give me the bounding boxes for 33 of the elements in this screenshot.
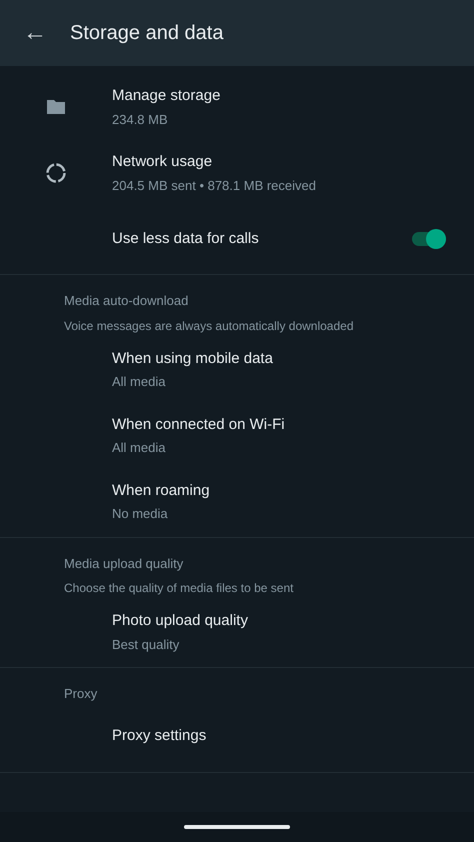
setting-item[interactable]: Manage storage 234.8 MB [0, 74, 474, 140]
item-subtitle: All media [112, 439, 166, 457]
setting-item[interactable]: Use less data for calls [0, 206, 474, 272]
item-subtitle: 234.8 MB [112, 110, 169, 128]
item-subtitle: No media [112, 505, 169, 523]
screen-title: Storage and data [70, 21, 224, 46]
item-subtitle: 204.5 MB sent • 878.1 MB received [112, 176, 316, 194]
setting-item[interactable]: Network usage 204.5 MB sent • 878.1 MB received [0, 140, 474, 206]
back-button[interactable]: ← [0, 21, 70, 45]
item-title: Use less data for calls [112, 228, 259, 249]
item-title: When connected on Wi-Fi [112, 414, 285, 434]
item-title: When using mobile data [112, 348, 273, 368]
section-description: Choose the quality of media files to be sent [63, 580, 294, 597]
section-header: Media auto-download [63, 292, 190, 310]
item-title: Network usage [112, 152, 214, 172]
setting-item[interactable]: Photo upload quality Best quality [0, 599, 474, 665]
item-subtitle: All media [112, 373, 166, 391]
item-title: Proxy settings [112, 726, 206, 746]
progress-ring-icon [45, 162, 67, 184]
section-header: Media upload quality [63, 554, 184, 573]
item-title: Manage storage [112, 86, 220, 106]
setting-item[interactable]: When connected on Wi-Fi All media [0, 402, 474, 468]
item-subtitle: Best quality [112, 636, 180, 654]
item-title: When roaming [112, 480, 210, 500]
home-handle[interactable] [184, 825, 290, 829]
setting-item[interactable]: Proxy settings [0, 704, 474, 770]
section-description: Voice messages are always automatically downloaded [63, 318, 354, 334]
folder-icon [46, 99, 66, 115]
toggle-switch[interactable] [412, 232, 446, 246]
setting-item[interactable]: When roaming No media [0, 468, 474, 534]
item-title: Photo upload quality [112, 611, 248, 631]
setting-item[interactable]: When using mobile data All media [0, 336, 474, 402]
section-header: Proxy [63, 685, 98, 703]
